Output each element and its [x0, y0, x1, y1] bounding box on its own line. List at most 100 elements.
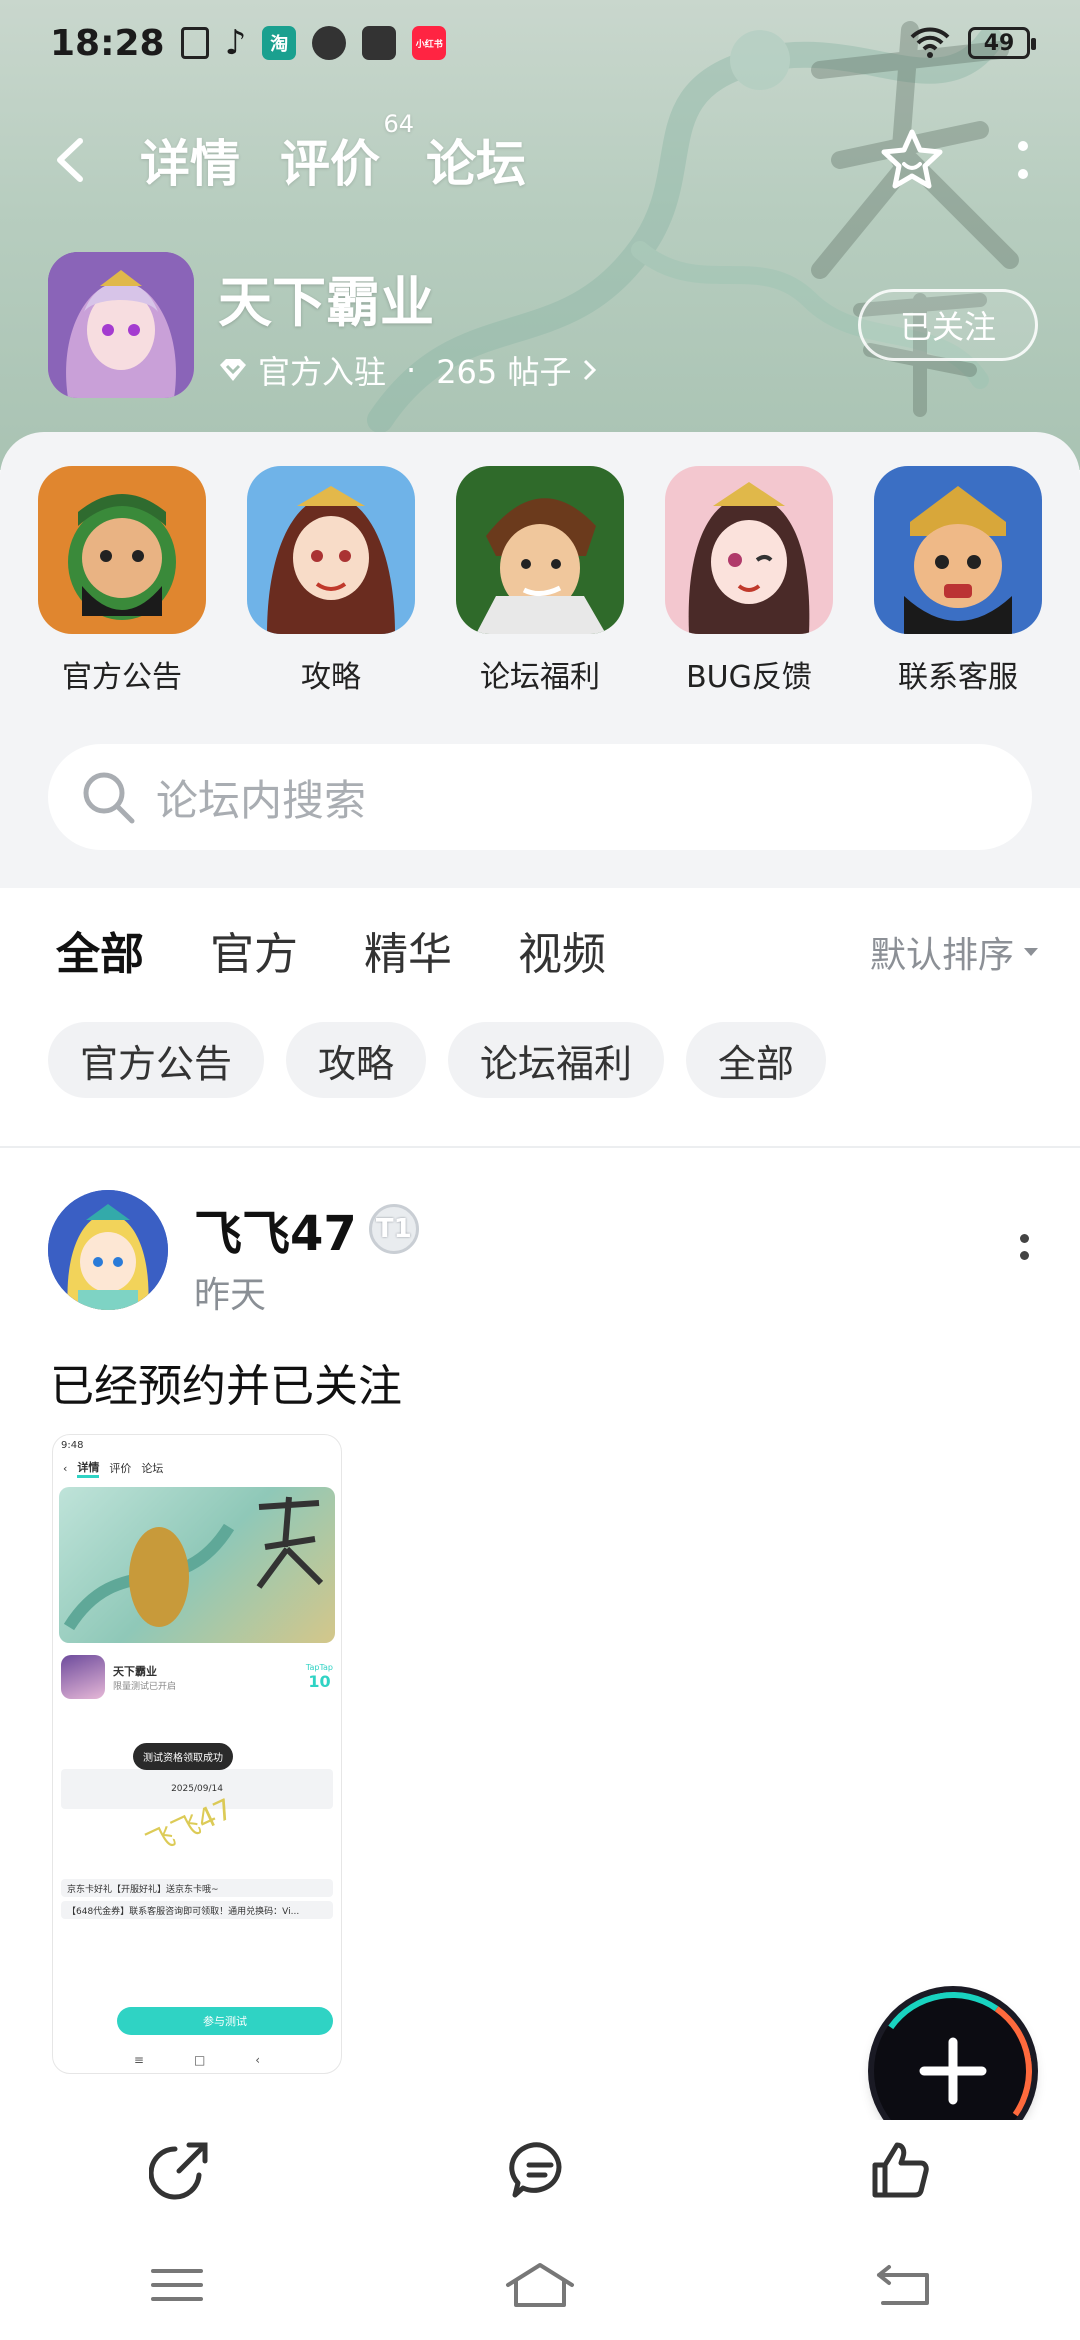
filter-section: 全部 官方 精华 视频 默认排序 官方公告 攻略 论坛福利 全部: [0, 888, 1080, 1144]
shot-banner: [59, 1487, 335, 1643]
search-icon: [83, 772, 135, 824]
wifi-icon: [910, 27, 950, 58]
shot-tab-review: 评价: [109, 1462, 132, 1475]
shot-system-bar: ≡ □ ‹: [133, 2053, 261, 2067]
chip-strategy[interactable]: 攻略: [286, 1022, 427, 1098]
verified-label: 官方入驻: [258, 352, 387, 391]
comment-button[interactable]: [500, 2130, 580, 2210]
shortcut-forum-welfare[interactable]: 论坛福利: [452, 466, 628, 696]
tiktok-icon: ♪: [224, 23, 247, 63]
shot-rank: 10: [308, 1672, 331, 1691]
post-more-button[interactable]: [1014, 1234, 1034, 1260]
post-count-link[interactable]: 265 帖子: [436, 347, 571, 393]
post-text: 已经预约并已关注: [50, 1361, 402, 1412]
game-info: 天下霸业 官方入驻 · 265 帖子 已关注: [48, 250, 1038, 400]
forum-welfare-icon: [456, 466, 624, 634]
shot-game-icon: [61, 1655, 105, 1699]
official-notice-icon: [38, 466, 206, 634]
shortcut-label: 联系客服: [898, 660, 1018, 695]
verified-diamond-icon: [220, 358, 246, 381]
shot-rank-brand: TapTap: [305, 1663, 333, 1672]
chip-official-notice[interactable]: 官方公告: [48, 1022, 265, 1098]
status-bar: 18:28 ♪ 淘 小红书 49: [0, 0, 1080, 86]
shortcut-row: 官方公告 攻略 论坛福利 BUG反馈 联系客服: [34, 466, 1046, 696]
game-title: 天下霸业: [218, 270, 434, 334]
book-icon: [362, 26, 397, 60]
tab-detail[interactable]: 详情: [140, 124, 240, 196]
forum-post[interactable]: 飞飞47 T1 昨天 已经预约并已关注 9:48 ‹ 详情 评价 论坛 天下霸业…: [0, 1148, 1080, 2123]
filter-tab-featured[interactable]: 精华: [364, 918, 452, 982]
shot-tab-detail: 详情: [77, 1459, 100, 1478]
system-navigation-bar: [0, 2230, 1080, 2340]
more-vertical-icon[interactable]: [1016, 138, 1030, 182]
shot-time: 9:48: [61, 1439, 84, 1451]
shot-back-icon: ‹: [63, 1461, 68, 1475]
home-icon[interactable]: [504, 2261, 576, 2309]
shot-event-2: 【648代金券】联系客服咨询即可领取！通用兑换码：Vi...: [61, 1901, 333, 1919]
chevron-right-icon: [584, 359, 597, 380]
shot-event-1: 京东卡好礼【开服好礼】送京东卡哦~: [61, 1879, 333, 1897]
shortcut-strategy[interactable]: 攻略: [243, 466, 419, 696]
follow-button[interactable]: 已关注: [858, 289, 1038, 361]
shortcut-label: 官方公告: [62, 660, 182, 695]
shot-event-1-text: 京东卡好礼【开服好礼】送京东卡哦~: [67, 1884, 219, 1895]
tab-forum[interactable]: 论坛: [426, 124, 526, 196]
shot-game-sub: 限量测试已开启: [113, 1681, 177, 1692]
battery-level: 49: [983, 30, 1015, 56]
chip-forum-welfare[interactable]: 论坛福利: [448, 1022, 665, 1098]
filter-tab-official[interactable]: 官方: [210, 918, 298, 982]
tab-review-label: 评价: [280, 135, 380, 193]
menu-icon[interactable]: [149, 2265, 205, 2305]
shot-cta-button: 参与测试: [117, 2007, 333, 2035]
plus-icon: [919, 2037, 987, 2105]
shortcut-customer-service[interactable]: 联系客服: [870, 466, 1046, 696]
qq-icon: [312, 26, 347, 60]
tab-review[interactable]: 评价 64: [280, 110, 414, 196]
shortcut-bug-report[interactable]: BUG反馈: [661, 466, 837, 696]
chevron-left-icon: [57, 138, 83, 182]
top-navigation: 详情 评价 64 论坛: [0, 110, 1080, 210]
post-image[interactable]: 9:48 ‹ 详情 评价 论坛 天下霸业 限量测试已开启 TapTap 10 测…: [52, 1434, 342, 2074]
shot-event-2-text: 【648代金券】联系客服咨询即可领取！通用兑换码：Vi...: [67, 1906, 300, 1917]
document-icon: [180, 27, 209, 59]
sort-label: 默认排序: [869, 935, 1014, 976]
post-time: 昨天: [194, 1275, 267, 1316]
shortcut-label: 论坛福利: [480, 660, 600, 695]
review-count-badge: 64: [383, 110, 414, 138]
strategy-icon: [247, 466, 415, 634]
sort-dropdown[interactable]: 默认排序: [870, 926, 1040, 978]
tab-forum-label: 论坛: [426, 135, 526, 193]
search-input[interactable]: 论坛内搜索: [156, 767, 366, 828]
comment-icon: [509, 2142, 562, 2198]
status-time: 18:28: [50, 22, 165, 64]
customer-service-icon: [874, 466, 1042, 634]
filter-tab-video[interactable]: 视频: [518, 918, 606, 982]
forum-search-bar[interactable]: 论坛内搜索: [48, 744, 1032, 850]
shot-nav: ‹ 详情 评价 论坛: [53, 1455, 341, 1481]
filter-tab-all[interactable]: 全部: [56, 918, 144, 992]
share-button[interactable]: [140, 2130, 220, 2210]
favorite-star-icon[interactable]: [878, 126, 946, 194]
tab-detail-label: 详情: [140, 135, 240, 193]
back-nav-icon[interactable]: [875, 2263, 931, 2307]
like-button[interactable]: [860, 2130, 940, 2210]
post-action-bar: [0, 2120, 1080, 2220]
chip-all[interactable]: 全部: [686, 1022, 827, 1098]
shot-toast: 测试资格领取成功: [133, 1743, 233, 1770]
game-icon[interactable]: [48, 252, 194, 398]
avatar[interactable]: [48, 1190, 168, 1310]
shot-tab-forum: 论坛: [141, 1462, 164, 1475]
author-name[interactable]: 飞飞47: [194, 1194, 357, 1264]
taobao-icon: 淘: [262, 26, 297, 60]
shot-stats-line: [61, 1709, 333, 1739]
shortcut-label: 攻略: [301, 660, 361, 695]
shot-game-title: 天下霸业: [113, 1664, 157, 1678]
separator: ·: [406, 350, 417, 389]
battery-indicator: 49: [968, 27, 1036, 59]
level-badge: T1: [368, 1204, 419, 1254]
share-icon: [149, 2142, 208, 2200]
back-button[interactable]: [50, 130, 100, 190]
caret-down-icon: [1024, 948, 1038, 956]
shot-status-bar: 9:48: [53, 1435, 341, 1455]
shortcut-official-notice[interactable]: 官方公告: [34, 466, 210, 696]
